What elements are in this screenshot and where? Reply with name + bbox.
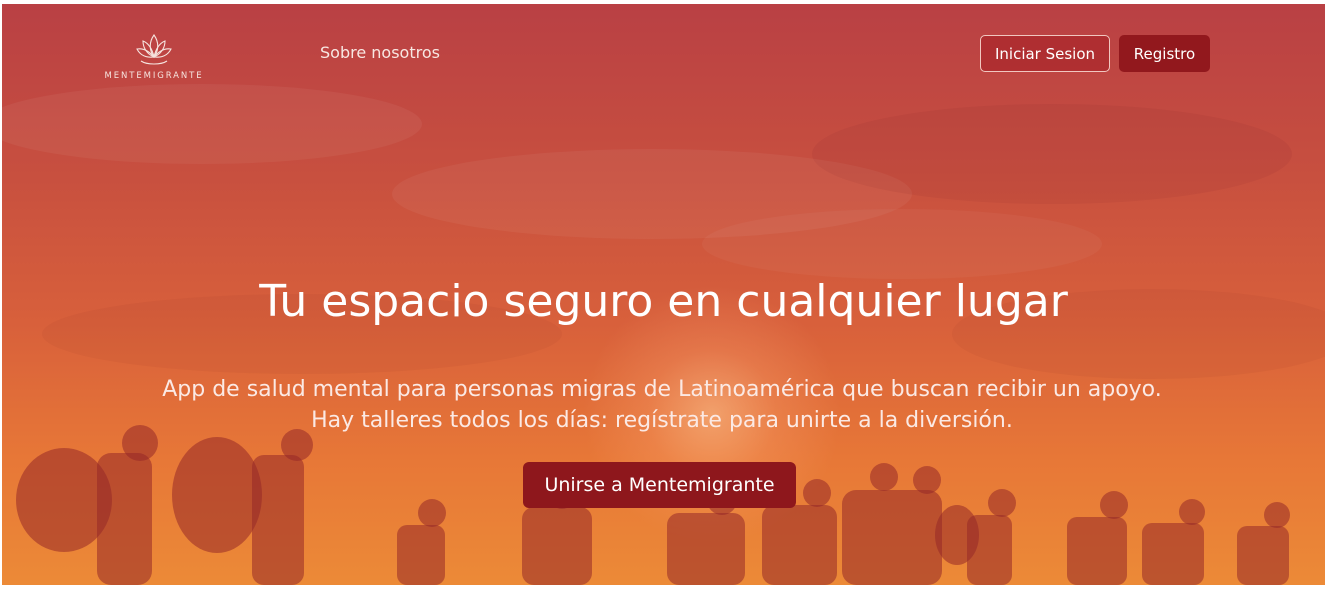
hero-subtitle: App de salud mental para personas migras… <box>162 377 1162 433</box>
hero-headline: Tu espacio seguro en cualquier lugar <box>259 276 1068 327</box>
join-button[interactable]: Unirse a Mentemigrante <box>523 462 796 508</box>
brand-logo[interactable]: MENTEMIGRANTE <box>102 32 206 88</box>
register-button[interactable]: Registro <box>1119 35 1210 72</box>
brand-name: MENTEMIGRANTE <box>104 71 204 81</box>
lotus-icon <box>136 34 172 65</box>
about-us-link[interactable]: Sobre nosotros <box>320 43 440 62</box>
login-button[interactable]: Iniciar Sesion <box>980 35 1110 72</box>
hero-section: MENTEMIGRANTE Sobre nosotros Iniciar Ses… <box>2 4 1325 585</box>
